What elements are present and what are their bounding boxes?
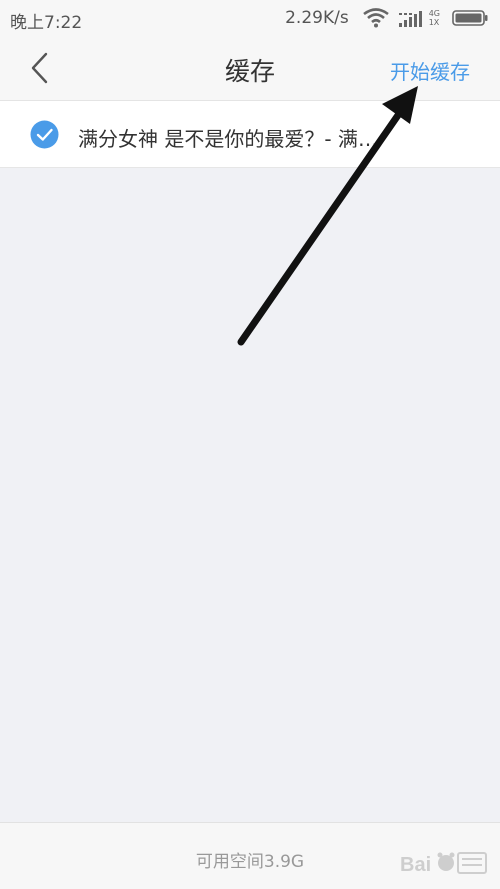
network-type-bottom: 1X (428, 18, 440, 27)
start-cache-button[interactable]: 开始缓存 (390, 56, 470, 85)
footer: 可用空间3.9G Bai (0, 822, 500, 889)
list-item[interactable]: 满分女神 是不是你的最爱？- 满分女神 (0, 101, 500, 168)
status-time: 晚上7:22 (10, 13, 83, 33)
svg-text:Bai: Bai (400, 854, 431, 876)
status-indicators: 2.29K/s 4G 1X (285, 5, 488, 31)
network-type-top: 4G (428, 9, 440, 18)
wifi-icon (362, 8, 389, 28)
network-type: 4G 1X (429, 9, 440, 27)
watermark-logo: Bai (400, 852, 487, 876)
status-bar: 晚上7:22 2.29K/s 4G 1X (0, 0, 500, 36)
cache-screen: 晚上7:22 2.29K/s 4G 1X 缓存 开始缓存 满分女神 是不是你的最… (0, 0, 500, 889)
signal-icon (398, 11, 422, 27)
item-title: 满分女神 是不是你的最爱？- 满分女神 (78, 127, 378, 151)
network-speed: 2.29K/s (285, 8, 349, 28)
check-circle-icon[interactable] (30, 120, 59, 149)
battery-icon (452, 10, 488, 26)
signal-group: 4G 1X (398, 9, 450, 27)
nav-bar: 缓存 开始缓存 (0, 36, 500, 101)
